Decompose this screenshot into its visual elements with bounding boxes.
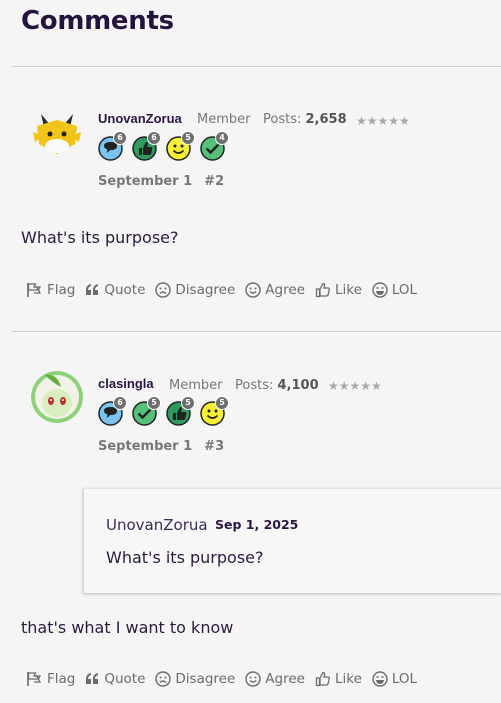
- badge-count: 4: [215, 131, 229, 145]
- badge-count: 5: [147, 396, 161, 410]
- agree-button[interactable]: Agree: [245, 671, 305, 687]
- quote-icon: [86, 673, 99, 684]
- page-title: Comments: [21, 6, 174, 36]
- agree-label: Agree: [265, 671, 305, 687]
- action-bar: Flag Quote Disagree Agree Like LOL: [26, 671, 417, 687]
- laugh-icon: [372, 671, 388, 687]
- badge-count: 5: [181, 131, 195, 145]
- badge-count: 6: [147, 131, 161, 145]
- disagree-label: Disagree: [175, 282, 236, 298]
- flag-icon: [27, 283, 42, 297]
- smile-icon: [245, 282, 261, 298]
- badge-row: 6 5 5 5: [98, 396, 229, 426]
- lol-label: LOL: [391, 282, 418, 298]
- post-meta: September 1 #2: [98, 174, 224, 189]
- quote-icon: [86, 284, 99, 295]
- badge-row: 6 6 5 4: [98, 131, 229, 161]
- action-bar: Flag Quote Disagree Agree Like LOL: [26, 282, 417, 298]
- speech-bubble-icon[interactable]: 6: [98, 396, 127, 426]
- lol-button[interactable]: LOL: [372, 282, 417, 298]
- thumbs-up-icon[interactable]: 6: [132, 131, 161, 161]
- comment-body: What's its purpose?: [21, 228, 179, 247]
- flag-label: Flag: [47, 671, 76, 687]
- thumbs-up-icon: [315, 282, 330, 298]
- author-name[interactable]: UnovanZorua: [98, 111, 182, 126]
- disagree-button[interactable]: Disagree: [155, 282, 235, 298]
- rating-stars: ★★★★★: [356, 114, 410, 128]
- quote-button[interactable]: Quote: [85, 671, 145, 687]
- thumbs-up-icon[interactable]: 5: [166, 396, 195, 426]
- badge-count: 6: [113, 396, 127, 410]
- smiley-icon[interactable]: 5: [166, 131, 195, 161]
- avatar[interactable]: [31, 106, 83, 158]
- speech-bubble-icon[interactable]: 6: [98, 131, 127, 161]
- flag-icon: [27, 672, 42, 686]
- checkmark-icon[interactable]: 5: [132, 396, 161, 426]
- post-date[interactable]: September 1: [98, 174, 192, 189]
- author-name[interactable]: clasingla: [98, 376, 154, 391]
- quote-label: Quote: [104, 282, 146, 298]
- laugh-icon: [372, 282, 388, 298]
- post-count: Posts: 2,658: [263, 112, 347, 127]
- flag-button[interactable]: Flag: [26, 282, 75, 298]
- badge-count: 5: [181, 396, 195, 410]
- lol-label: LOL: [391, 671, 418, 687]
- post-number[interactable]: #3: [204, 439, 224, 454]
- comment-body: that's what I want to know: [21, 618, 234, 637]
- agree-button[interactable]: Agree: [245, 282, 305, 298]
- posts-value: 4,100: [277, 378, 319, 393]
- post-meta: September 1 #3: [98, 439, 224, 454]
- posts-value: 2,658: [305, 112, 347, 127]
- like-label: Like: [334, 671, 362, 687]
- quote-button[interactable]: Quote: [85, 282, 145, 298]
- agree-label: Agree: [265, 282, 305, 298]
- avatar[interactable]: [31, 371, 83, 423]
- quote-block: UnovanZorua Sep 1, 2025 What's its purpo…: [83, 488, 501, 593]
- user-role: Member: [169, 378, 223, 393]
- frown-icon: [155, 671, 172, 687]
- post-date[interactable]: September 1: [98, 439, 192, 454]
- posts-label: Posts:: [235, 378, 274, 393]
- frown-icon: [155, 282, 172, 298]
- like-button[interactable]: Like: [315, 282, 362, 298]
- like-label: Like: [334, 282, 362, 298]
- smile-icon: [245, 671, 261, 687]
- disagree-button[interactable]: Disagree: [155, 671, 235, 687]
- quote-text: What's its purpose?: [106, 548, 264, 567]
- post-number[interactable]: #2: [204, 174, 224, 189]
- flag-label: Flag: [47, 282, 76, 298]
- user-role: Member: [197, 112, 251, 127]
- disagree-label: Disagree: [175, 671, 236, 687]
- flag-button[interactable]: Flag: [26, 671, 75, 687]
- rating-stars: ★★★★★: [328, 379, 382, 393]
- badge-count: 5: [215, 396, 229, 410]
- posts-label: Posts:: [263, 112, 302, 127]
- lol-button[interactable]: LOL: [372, 671, 417, 687]
- post-count: Posts: 4,100: [235, 378, 319, 393]
- divider: [12, 66, 501, 67]
- divider: [12, 331, 501, 332]
- quote-label: Quote: [104, 671, 146, 687]
- like-button[interactable]: Like: [315, 671, 362, 687]
- quote-date[interactable]: Sep 1, 2025: [215, 517, 298, 532]
- quote-author[interactable]: UnovanZorua: [106, 516, 208, 534]
- badge-count: 6: [113, 131, 127, 145]
- checkmark-icon[interactable]: 4: [200, 131, 229, 161]
- thumbs-up-icon: [315, 671, 330, 687]
- smiley-icon[interactable]: 5: [200, 396, 229, 426]
